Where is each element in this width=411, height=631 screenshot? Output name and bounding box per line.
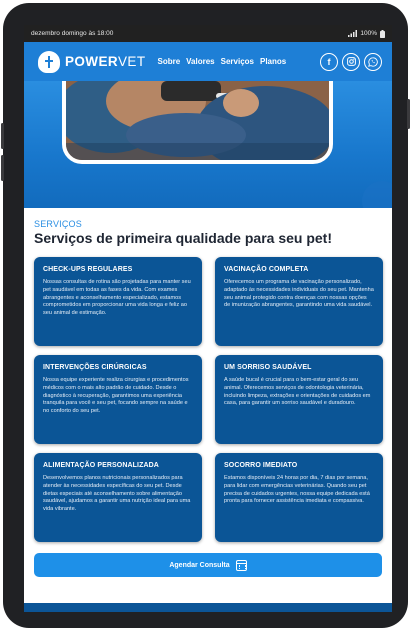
battery-percent: 100% bbox=[360, 30, 377, 37]
vet-exam-photo bbox=[66, 81, 329, 160]
service-card-title: INTERVENÇÕES CIRÚRGICAS bbox=[43, 364, 147, 371]
services-grid: CHECK-UPS REGULARES Nossas consultas de … bbox=[34, 257, 383, 542]
status-bar: dezembro domingo às 18:00 100% bbox=[24, 25, 392, 42]
service-card-sorriso: UM SORRISO SAUDÁVEL A saúde bucal é cruc… bbox=[215, 355, 383, 444]
whatsapp-icon[interactable] bbox=[364, 52, 382, 71]
instagram-icon[interactable] bbox=[342, 52, 360, 71]
service-card-text: Estamos disponíveis 24 horas por dia, 7 … bbox=[224, 475, 370, 505]
battery-icon bbox=[380, 29, 385, 38]
service-card-text: A saúde bucal é crucial para o bem-estar… bbox=[224, 377, 371, 407]
volume-button bbox=[1, 123, 4, 149]
section-kicker: SERVIÇOS bbox=[34, 219, 82, 229]
social-links: f bbox=[320, 52, 382, 71]
service-card-title: CHECK-UPS REGULARES bbox=[43, 266, 133, 273]
service-card-checkups: CHECK-UPS REGULARES Nossas consultas de … bbox=[34, 257, 202, 346]
service-card-alimentacao: ALIMENTAÇÃO PERSONALIZADA Desenvolvemos … bbox=[34, 453, 202, 542]
service-card-text: Nossas consultas de rotina são projetada… bbox=[43, 279, 191, 317]
main-nav: Sobre Valores Serviços Planos bbox=[157, 57, 286, 66]
nav-link-planos[interactable]: Planos bbox=[260, 57, 286, 66]
brand-logo[interactable]: POWERVET bbox=[65, 54, 145, 69]
screen: dezembro domingo às 18:00 100% POWERVET … bbox=[24, 25, 392, 612]
paw-watermark-icon bbox=[362, 181, 392, 208]
service-card-text: Desenvolvemos planos nutricionais person… bbox=[43, 475, 191, 513]
section-title: Serviços de primeira qualidade para seu … bbox=[34, 230, 332, 246]
signal-icon bbox=[348, 30, 358, 37]
service-card-text: Nossa equipe experiente realiza cirurgia… bbox=[43, 377, 189, 415]
calendar-icon bbox=[235, 559, 247, 571]
service-card-title: ALIMENTAÇÃO PERSONALIZADA bbox=[43, 462, 159, 469]
hero-image bbox=[62, 81, 333, 164]
brand-name-part2: VET bbox=[118, 54, 146, 69]
power-button bbox=[407, 99, 410, 129]
volume-button bbox=[1, 155, 4, 181]
service-card-vacinacao: VACINAÇÃO COMPLETA Oferecemos um program… bbox=[215, 257, 383, 346]
nav-link-servicos[interactable]: Serviços bbox=[221, 57, 254, 66]
service-card-title: UM SORRISO SAUDÁVEL bbox=[224, 364, 312, 371]
brand-name-part1: POWER bbox=[65, 54, 119, 69]
service-card-cirurgias: INTERVENÇÕES CIRÚRGICAS Nossa equipe exp… bbox=[34, 355, 202, 444]
hero-banner bbox=[24, 81, 392, 208]
schedule-appointment-label: Agendar Consulta bbox=[169, 561, 230, 569]
status-datetime: dezembro domingo às 18:00 bbox=[31, 30, 114, 37]
tablet-frame: dezembro domingo às 18:00 100% POWERVET … bbox=[1, 3, 410, 628]
services-section: SERVIÇOS Serviços de primeira qualidade … bbox=[24, 219, 392, 577]
schedule-appointment-button[interactable]: Agendar Consulta bbox=[34, 553, 382, 577]
site-header: POWERVET Sobre Valores Serviços Planos f bbox=[24, 42, 392, 81]
service-card-socorro: SOCORRO IMEDIATO Estamos disponíveis 24 … bbox=[215, 453, 383, 542]
nav-link-valores[interactable]: Valores bbox=[186, 57, 214, 66]
facebook-icon[interactable]: f bbox=[320, 52, 338, 71]
service-card-title: SOCORRO IMEDIATO bbox=[224, 462, 298, 469]
service-card-title: VACINAÇÃO COMPLETA bbox=[224, 266, 309, 273]
footer-strip bbox=[24, 603, 392, 612]
nav-link-sobre[interactable]: Sobre bbox=[157, 57, 180, 66]
service-card-text: Oferecemos um programa de vacinação pers… bbox=[224, 279, 374, 309]
logo-icon[interactable] bbox=[38, 50, 60, 73]
